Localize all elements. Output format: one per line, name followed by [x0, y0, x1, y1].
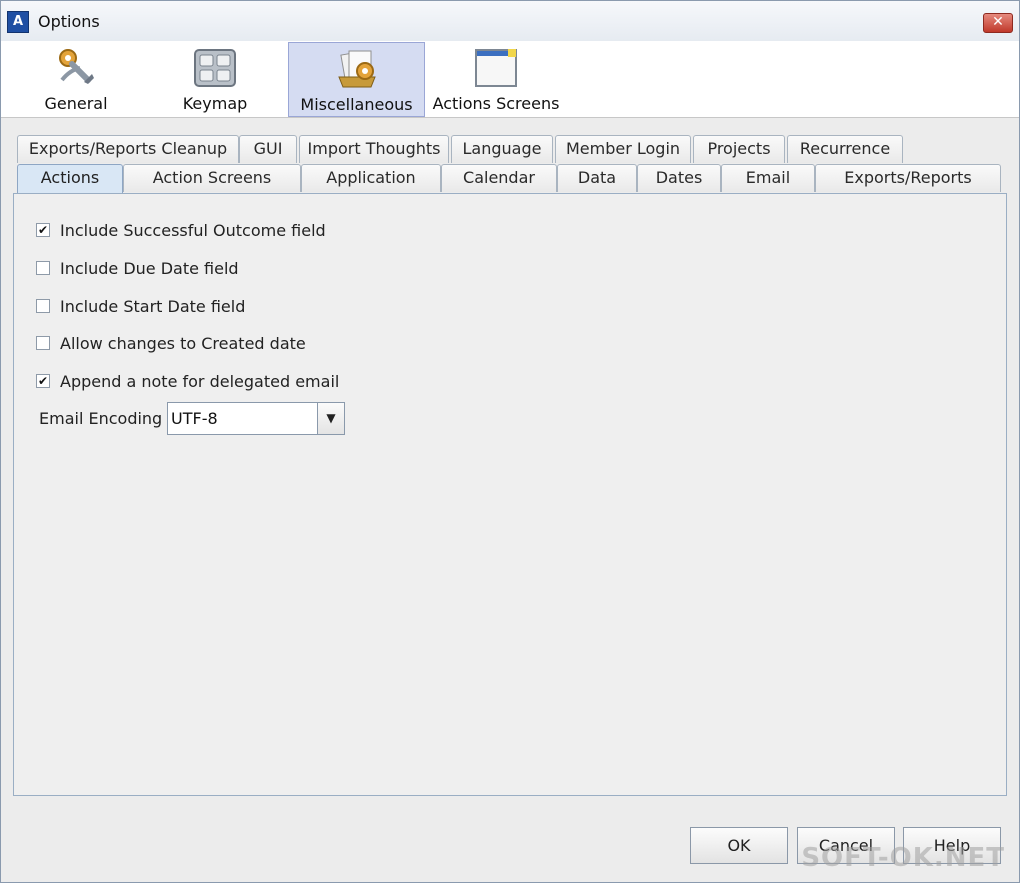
- toolbar-label-keymap: Keymap: [182, 94, 248, 113]
- toolbar-label-actions-screens: Actions Screens: [432, 94, 560, 113]
- tab-exports-reports-cleanup[interactable]: Exports/Reports Cleanup: [17, 135, 239, 163]
- tab-row-lower: Actions Action Screens Application Calen…: [1, 164, 1019, 194]
- window-title: Options: [38, 12, 100, 31]
- tab-action-screens[interactable]: Action Screens: [123, 164, 301, 192]
- close-button[interactable]: ✕: [983, 13, 1013, 33]
- tab-data[interactable]: Data: [557, 164, 637, 192]
- watermark: SOFT-OK.NET: [801, 843, 1005, 873]
- gear-wrench-icon: [59, 49, 94, 84]
- tab-calendar[interactable]: Calendar: [441, 164, 557, 192]
- checkbox-unchecked[interactable]: [36, 299, 50, 313]
- option-label: Include Start Date field: [60, 297, 246, 316]
- ok-button[interactable]: OK: [690, 827, 788, 864]
- checkbox-unchecked[interactable]: [36, 336, 50, 350]
- actions-tab-panel: ✔ Include Successful Outcome field Inclu…: [13, 193, 1007, 796]
- toolbar-label-general: General: [44, 94, 108, 113]
- tab-email[interactable]: Email: [721, 164, 815, 192]
- title-bar[interactable]: A Options ✕: [1, 1, 1019, 42]
- tab-gui[interactable]: GUI: [239, 135, 297, 163]
- toolbar-item-miscellaneous[interactable]: Miscellaneous: [288, 42, 425, 117]
- tab-row-upper: Exports/Reports Cleanup GUI Import Thoug…: [1, 135, 1019, 165]
- options-dialog: A Options ✕ General Keymap Miscellaneous…: [0, 0, 1020, 883]
- email-encoding-value: UTF-8: [171, 409, 218, 428]
- email-encoding-select[interactable]: UTF-8 ▼: [167, 402, 345, 435]
- tab-import-thoughts[interactable]: Import Thoughts: [299, 135, 449, 163]
- option-label: Allow changes to Created date: [60, 334, 306, 353]
- tab-exports-reports[interactable]: Exports/Reports: [815, 164, 1001, 192]
- category-toolbar: General Keymap Miscellaneous Actions Scr…: [1, 41, 1019, 118]
- tab-projects[interactable]: Projects: [693, 135, 785, 163]
- tab-application[interactable]: Application: [301, 164, 441, 192]
- tab-dates[interactable]: Dates: [637, 164, 721, 192]
- toolbar-item-keymap[interactable]: Keymap: [147, 42, 283, 115]
- option-label: Append a note for delegated email: [60, 372, 340, 391]
- email-encoding-label: Email Encoding: [39, 409, 163, 428]
- toolbar-item-general[interactable]: General: [9, 42, 143, 115]
- tab-member-login[interactable]: Member Login: [555, 135, 691, 163]
- misc-gear-icon: [337, 50, 376, 88]
- toolbar-item-actions-screens[interactable]: Actions Screens: [427, 42, 565, 115]
- window-icon: [475, 49, 517, 87]
- option-label: Include Due Date field: [60, 259, 239, 278]
- tab-language[interactable]: Language: [451, 135, 553, 163]
- app-icon: A: [7, 11, 29, 33]
- option-label: Include Successful Outcome field: [60, 221, 326, 240]
- checkbox-unchecked[interactable]: [36, 261, 50, 275]
- chevron-down-icon[interactable]: ▼: [317, 403, 344, 434]
- keyboard-icon: [194, 49, 236, 87]
- checkbox-checked[interactable]: ✔: [36, 374, 50, 388]
- toolbar-label-miscellaneous: Miscellaneous: [300, 95, 413, 114]
- checkbox-checked[interactable]: ✔: [36, 223, 50, 237]
- tab-actions[interactable]: Actions: [17, 164, 123, 194]
- tab-recurrence[interactable]: Recurrence: [787, 135, 903, 163]
